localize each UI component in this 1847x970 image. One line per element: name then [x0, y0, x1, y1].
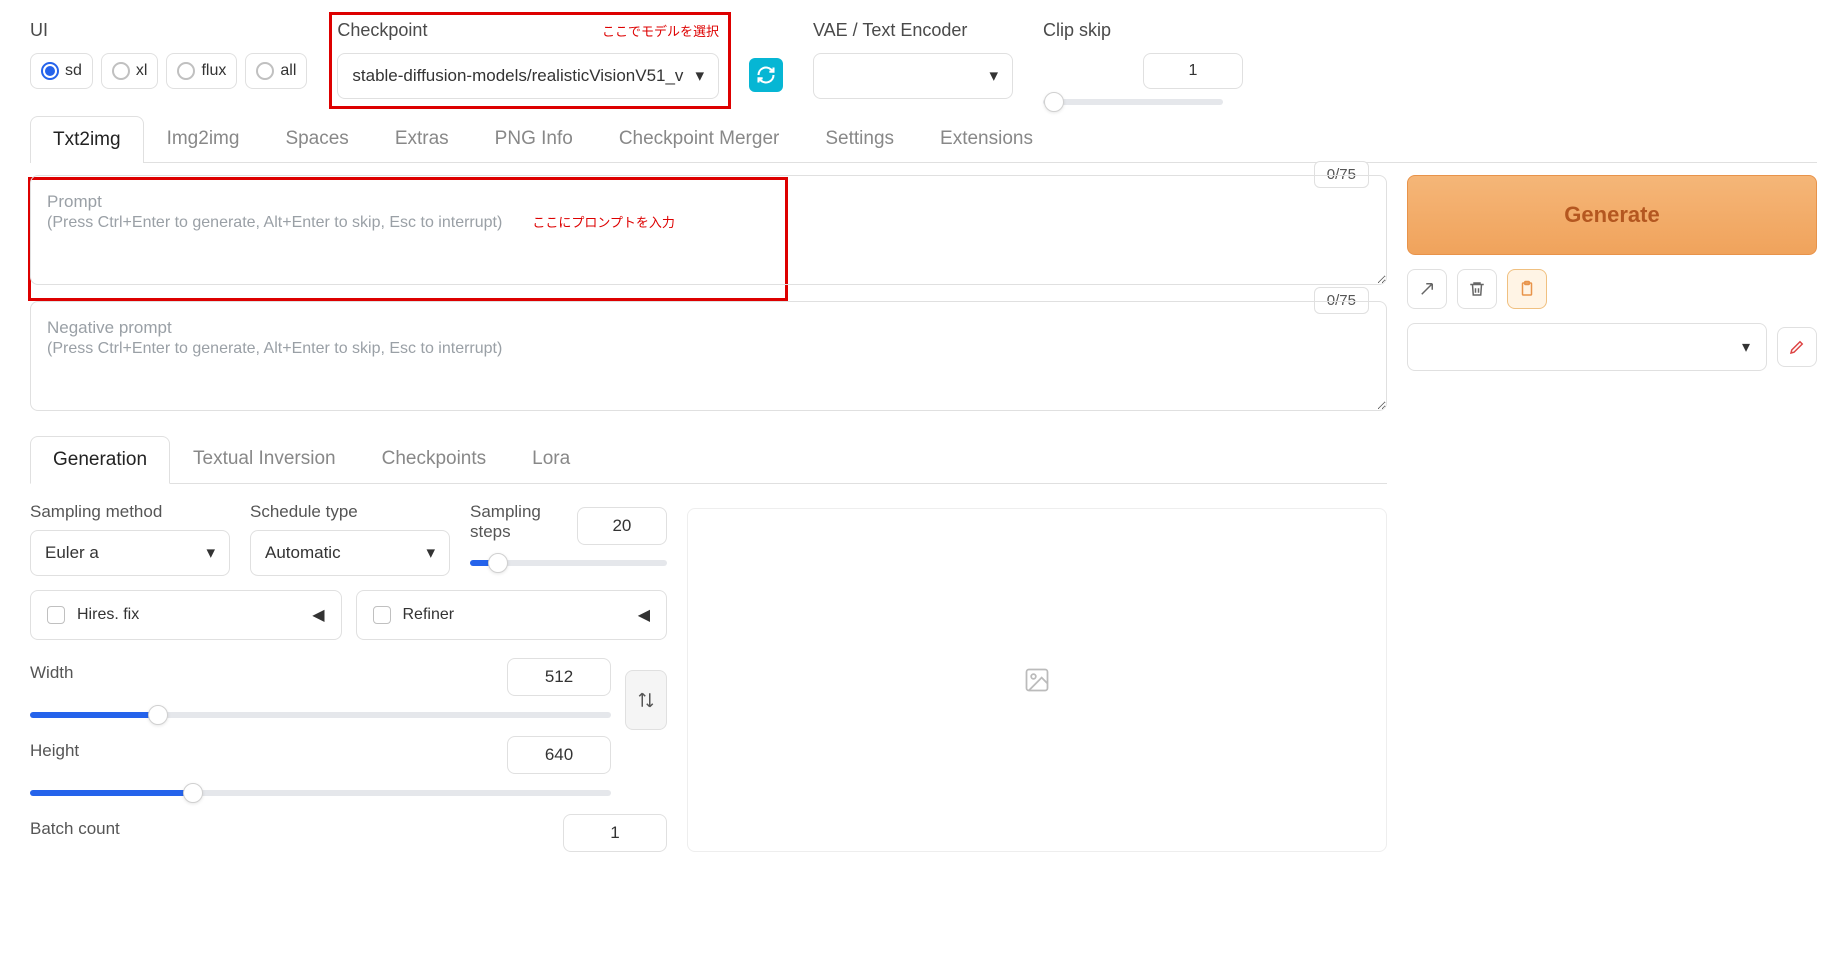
generation-tabs: Generation Textual Inversion Checkpoints… [30, 435, 1387, 484]
swap-dimensions-button[interactable] [625, 670, 667, 730]
sampling-method-value: Euler a [45, 543, 99, 563]
clip-skip-label: Clip skip [1043, 20, 1243, 41]
triangle-left-icon: ◀ [638, 605, 650, 625]
neg-placeholder-label: Negative prompt [47, 318, 1370, 338]
ui-radio-label: all [280, 62, 296, 80]
prompt-input[interactable]: Prompt (Press Ctrl+Enter to generate, Al… [30, 175, 1387, 285]
height-slider[interactable] [30, 790, 611, 796]
chevron-down-icon: ▾ [1742, 337, 1750, 357]
generate-button[interactable]: Generate [1407, 175, 1817, 255]
chevron-down-icon: ▾ [989, 66, 998, 86]
refresh-icon [756, 65, 776, 85]
tab-extras[interactable]: Extras [372, 115, 472, 162]
prompt-placeholder-hint: (Press Ctrl+Enter to generate, Alt+Enter… [47, 214, 502, 232]
swap-icon [637, 689, 655, 711]
tab-spaces[interactable]: Spaces [262, 115, 371, 162]
sampling-method-select[interactable]: Euler a ▾ [30, 530, 230, 576]
clipboard-icon [1518, 280, 1536, 298]
tab-settings[interactable]: Settings [802, 115, 917, 162]
pencil-icon [1788, 338, 1806, 356]
vae-label: VAE / Text Encoder [813, 20, 1013, 41]
checkpoint-annotation: ここでモデルを選択 [602, 21, 719, 40]
neg-placeholder-hint: (Press Ctrl+Enter to generate, Alt+Enter… [47, 340, 1370, 358]
schedule-type-value: Automatic [265, 543, 341, 563]
height-label: Height [30, 741, 79, 761]
arrow-icon [1418, 280, 1436, 298]
checkbox-icon [373, 606, 391, 624]
sampling-method-label: Sampling method [30, 502, 230, 522]
ui-label: UI [30, 20, 307, 41]
checkpoint-select[interactable]: stable-diffusion-models/realisticVisionV… [337, 53, 719, 99]
ui-radio-sd[interactable]: sd [30, 53, 93, 89]
arrow-tool-button[interactable] [1407, 269, 1447, 309]
main-tabs: Txt2img Img2img Spaces Extras PNG Info C… [30, 115, 1817, 163]
clip-skip-value[interactable]: 1 [1143, 53, 1243, 89]
hires-fix-toggle[interactable]: Hires. fix ◀ [30, 590, 342, 640]
ui-radio-xl[interactable]: xl [101, 53, 159, 89]
subtab-lora[interactable]: Lora [509, 435, 593, 483]
sampling-steps-slider[interactable] [470, 560, 667, 566]
chevron-down-icon: ▾ [426, 543, 435, 563]
clear-button[interactable] [1457, 269, 1497, 309]
tab-extensions[interactable]: Extensions [917, 115, 1056, 162]
width-value[interactable]: 512 [507, 658, 611, 696]
tab-checkpoint-merger[interactable]: Checkpoint Merger [596, 115, 803, 162]
checkbox-icon [47, 606, 65, 624]
width-slider[interactable] [30, 712, 611, 718]
tab-img2img[interactable]: Img2img [144, 115, 263, 162]
triangle-left-icon: ◀ [312, 605, 324, 625]
subtab-generation[interactable]: Generation [30, 436, 170, 484]
edit-styles-button[interactable] [1777, 327, 1817, 367]
negative-prompt-input[interactable]: Negative prompt (Press Ctrl+Enter to gen… [30, 301, 1387, 411]
styles-select[interactable]: ▾ [1407, 323, 1767, 371]
schedule-type-label: Schedule type [250, 502, 450, 522]
refiner-label: Refiner [403, 606, 455, 624]
ui-radio-all[interactable]: all [245, 53, 307, 89]
output-preview [687, 508, 1387, 852]
tab-txt2img[interactable]: Txt2img [30, 116, 144, 163]
refresh-checkpoint-button[interactable] [749, 58, 783, 92]
ui-radio-label: xl [136, 62, 148, 80]
checkpoint-label: Checkpoint [337, 20, 427, 41]
subtab-checkpoints[interactable]: Checkpoints [359, 435, 510, 483]
sampling-steps-label: Sampling steps [470, 502, 577, 542]
trash-icon [1468, 280, 1486, 298]
tab-pnginfo[interactable]: PNG Info [472, 115, 596, 162]
subtab-textual-inversion[interactable]: Textual Inversion [170, 435, 359, 483]
ui-radio-group: sd xl flux all [30, 53, 307, 89]
ui-radio-flux[interactable]: flux [166, 53, 237, 89]
prompt-placeholder-label: Prompt [47, 192, 1370, 212]
chevron-down-icon: ▾ [695, 66, 704, 86]
checkpoint-value: stable-diffusion-models/realisticVisionV… [352, 66, 683, 86]
clip-skip-slider[interactable] [1043, 99, 1223, 105]
hires-fix-label: Hires. fix [77, 606, 139, 624]
sampling-steps-value[interactable]: 20 [577, 507, 667, 545]
paste-button[interactable] [1507, 269, 1547, 309]
vae-select[interactable]: ▾ [813, 53, 1013, 99]
batch-count-value[interactable]: 1 [563, 814, 667, 852]
chevron-down-icon: ▾ [206, 543, 215, 563]
height-value[interactable]: 640 [507, 736, 611, 774]
width-label: Width [30, 663, 73, 683]
ui-radio-label: flux [201, 62, 226, 80]
refiner-toggle[interactable]: Refiner ◀ [356, 590, 668, 640]
ui-radio-label: sd [65, 62, 82, 80]
schedule-type-select[interactable]: Automatic ▾ [250, 530, 450, 576]
prompt-annotation: ここにプロンプトを入力 [532, 212, 675, 231]
image-placeholder-icon [1023, 666, 1051, 694]
batch-count-label: Batch count [30, 819, 120, 839]
